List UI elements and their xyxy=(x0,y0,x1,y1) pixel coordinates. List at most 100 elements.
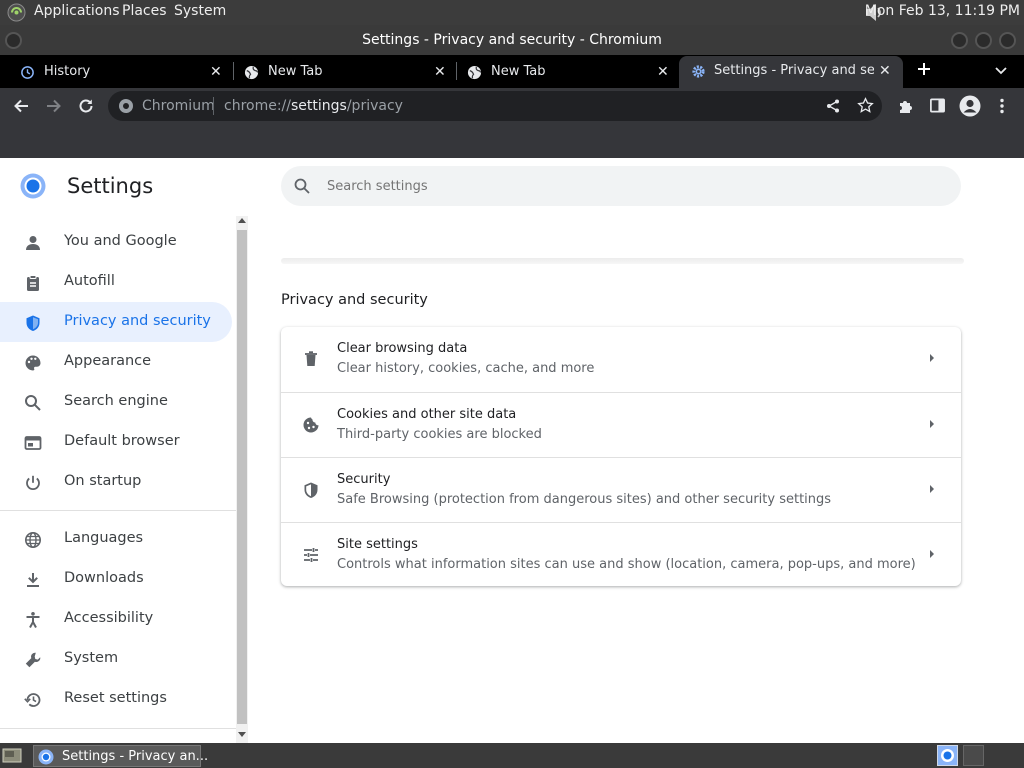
sidebar-item-label: Downloads xyxy=(64,570,144,586)
sidebar-item-accessibility[interactable]: Accessibility xyxy=(0,599,232,639)
system-menu[interactable]: System xyxy=(174,3,226,19)
settings-sidebar: You and Google Autofill Privacy and secu… xyxy=(0,222,236,743)
arrow-right-icon xyxy=(928,483,936,495)
sidebar-item-languages[interactable]: Languages xyxy=(0,519,232,559)
back-arrow-icon[interactable] xyxy=(12,97,30,115)
sidebar-item-appearance[interactable]: Appearance xyxy=(0,342,232,382)
gear-icon xyxy=(691,64,706,79)
sidebar-item-downloads[interactable]: Downloads xyxy=(0,559,232,599)
scrollbar-thumb[interactable] xyxy=(237,230,247,724)
search-icon xyxy=(24,394,42,412)
site-label: Chromium xyxy=(142,98,215,114)
site-settings-row[interactable]: Site settings Controls what information … xyxy=(281,522,961,588)
cookies-row[interactable]: Cookies and other site data Third-party … xyxy=(281,392,961,458)
sidebar-scrollbar[interactable] xyxy=(236,216,248,743)
omnibox-divider xyxy=(213,97,214,115)
maximize-button[interactable] xyxy=(975,32,992,49)
close-tab-icon[interactable]: ✕ xyxy=(879,63,891,79)
bookmarks-bar xyxy=(0,124,1024,158)
window-title: Settings - Privacy and security - Chromi… xyxy=(362,32,662,48)
sidebar-item-label: Languages xyxy=(64,530,144,546)
search-input[interactable] xyxy=(325,175,925,197)
taskbar-item-label: Settings - Privacy an... xyxy=(62,749,209,764)
distro-logo-icon[interactable] xyxy=(7,3,26,22)
section-title: Privacy and security xyxy=(281,292,428,308)
side-panel-icon[interactable] xyxy=(929,97,946,114)
tab-new-tab-1[interactable]: New Tab ✕ xyxy=(224,57,456,88)
settings-title: Settings xyxy=(67,174,154,198)
sidebar-divider xyxy=(0,510,236,511)
sidebar-item-label: You and Google xyxy=(64,233,177,249)
close-tab-icon[interactable]: ✕ xyxy=(657,64,669,80)
clipboard-icon xyxy=(24,274,42,292)
clock[interactable]: Mon Feb 13, 11:19 PM xyxy=(865,3,1020,19)
row-subtitle: Safe Browsing (protection from dangerous… xyxy=(337,492,832,507)
tab-label: History xyxy=(44,64,91,79)
tab-label: New Tab xyxy=(491,64,546,79)
sidebar-item-label: Autofill xyxy=(64,273,115,289)
reload-icon[interactable] xyxy=(77,97,95,115)
tab-history[interactable]: History ✕ xyxy=(0,57,232,88)
share-icon[interactable] xyxy=(825,98,841,114)
tab-label: Settings - Privacy and security xyxy=(714,63,874,78)
clear-browsing-data-row[interactable]: Clear browsing data Clear history, cooki… xyxy=(281,327,961,392)
sidebar-item-you-and-google[interactable]: You and Google xyxy=(0,222,232,262)
browser-icon xyxy=(24,434,42,452)
chromium-site-icon[interactable] xyxy=(118,98,134,114)
sliders-icon xyxy=(302,546,320,564)
sidebar-item-label: Appearance xyxy=(64,353,152,369)
history-icon xyxy=(20,65,35,80)
row-title: Security xyxy=(337,472,391,487)
chromium-logo-icon xyxy=(20,173,46,199)
workspace-2-button[interactable] xyxy=(963,745,984,766)
forward-arrow-icon[interactable] xyxy=(45,97,63,115)
url-text[interactable]: chrome://settings/privacy xyxy=(224,98,403,114)
security-row[interactable]: Security Safe Browsing (protection from … xyxy=(281,457,961,523)
taskbar-item-chromium[interactable]: Settings - Privacy an... xyxy=(33,745,208,767)
places-menu[interactable]: Places xyxy=(122,3,167,19)
restore-icon xyxy=(24,691,42,709)
sidebar-item-system[interactable]: System xyxy=(0,639,232,679)
sidebar-item-label: On startup xyxy=(64,473,142,489)
tab-search-chevron-down-icon[interactable] xyxy=(994,63,1008,77)
close-tab-icon[interactable]: ✕ xyxy=(434,64,446,80)
tab-label: New Tab xyxy=(268,64,323,79)
bookmark-star-icon[interactable] xyxy=(857,97,874,114)
os-taskbar: Settings - Privacy an... xyxy=(0,743,1024,768)
cookie-icon xyxy=(302,416,320,434)
power-icon xyxy=(24,474,42,492)
sidebar-item-default-browser[interactable]: Default browser xyxy=(0,422,232,462)
extensions-puzzle-icon[interactable] xyxy=(897,97,915,115)
workspace-switcher-icon[interactable] xyxy=(937,745,958,766)
sidebar-item-search-engine[interactable]: Search engine xyxy=(0,382,232,422)
sidebar-item-privacy-and-security[interactable]: Privacy and security xyxy=(0,302,232,342)
minimize-button[interactable] xyxy=(951,32,968,49)
tab-new-tab-2[interactable]: New Tab ✕ xyxy=(447,57,679,88)
arrow-right-icon xyxy=(928,418,936,430)
previous-section-card-edge xyxy=(281,258,964,264)
scroll-down-arrow-icon[interactable] xyxy=(238,732,246,737)
globe-icon xyxy=(467,65,482,80)
scroll-up-arrow-icon[interactable] xyxy=(238,218,246,223)
tab-settings[interactable]: Settings - Privacy and security ✕ xyxy=(679,56,903,88)
profile-avatar-icon[interactable] xyxy=(959,95,981,117)
search-settings-field[interactable] xyxy=(281,166,961,206)
show-desktop-icon[interactable] xyxy=(2,746,22,765)
chromium-icon xyxy=(38,749,54,765)
sidebar-item-on-startup[interactable]: On startup xyxy=(0,462,232,502)
sidebar-item-autofill[interactable]: Autofill xyxy=(0,262,232,302)
applications-menu[interactable]: Applications xyxy=(34,3,120,19)
window-titlebar[interactable]: Settings - Privacy and security - Chromi… xyxy=(0,25,1024,55)
trash-icon xyxy=(302,350,320,368)
address-bar[interactable]: Chromium chrome://settings/privacy xyxy=(108,91,882,121)
new-tab-plus-icon[interactable] xyxy=(915,60,933,78)
close-window-button[interactable] xyxy=(999,32,1016,49)
sidebar-item-reset-settings[interactable]: Reset settings xyxy=(0,679,232,719)
person-icon xyxy=(24,234,42,252)
close-tab-icon[interactable]: ✕ xyxy=(210,64,222,80)
search-icon xyxy=(293,177,311,195)
more-menu-icon[interactable] xyxy=(996,97,1008,115)
globe-icon xyxy=(244,65,259,80)
row-subtitle: Clear history, cookies, cache, and more xyxy=(337,361,595,376)
url-host: settings xyxy=(291,98,347,114)
